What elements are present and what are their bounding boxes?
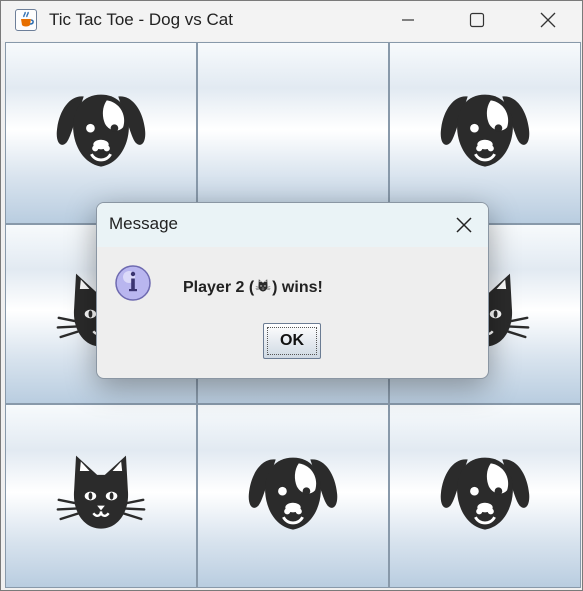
dialog-title: Message	[109, 214, 178, 233]
board-cell-2[interactable]	[197, 42, 389, 224]
message-dialog: Message Player 2 ( ) wins! OK	[96, 202, 489, 379]
message-prefix: Player 2 (	[183, 279, 255, 296]
minimize-icon	[402, 19, 414, 21]
board-cell-1[interactable]	[5, 42, 197, 224]
minimize-button[interactable]	[385, 5, 431, 35]
maximize-icon	[469, 12, 485, 28]
close-icon	[456, 217, 472, 233]
close-icon	[540, 12, 556, 28]
winner-message: Player 2 ( ) wins!	[183, 278, 323, 297]
board-cell-9[interactable]	[389, 404, 581, 588]
message-suffix: ) wins!	[272, 279, 323, 296]
cat-icon	[53, 448, 149, 544]
title-bar[interactable]: Tic Tac Toe - Dog vs Cat	[1, 1, 582, 41]
maximize-button[interactable]	[454, 5, 500, 35]
dog-icon	[53, 85, 149, 181]
close-button[interactable]	[525, 5, 571, 35]
dialog-title-bar[interactable]: Message	[97, 203, 488, 247]
board-cell-3[interactable]	[389, 42, 581, 224]
dog-icon	[245, 448, 341, 544]
dog-icon	[437, 85, 533, 181]
java-cup-icon	[15, 9, 37, 31]
dialog-close-button[interactable]	[448, 211, 480, 239]
cat-icon	[255, 278, 271, 294]
board-cell-7[interactable]	[5, 404, 197, 588]
ok-button[interactable]: OK	[263, 323, 321, 359]
window-title: Tic Tac Toe - Dog vs Cat	[49, 10, 233, 29]
info-icon	[115, 265, 151, 301]
dog-icon	[437, 448, 533, 544]
board-cell-8[interactable]	[197, 404, 389, 588]
